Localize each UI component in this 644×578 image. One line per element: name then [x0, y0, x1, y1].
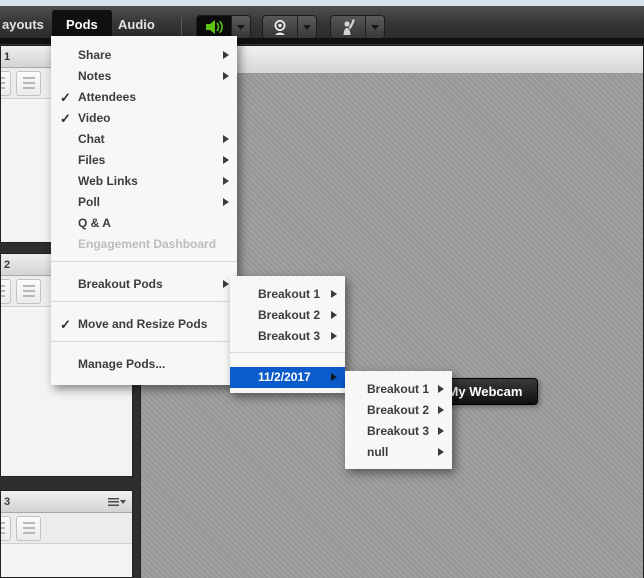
menu-item-qa[interactable]: Q & A: [51, 213, 237, 234]
submenu-arrow-icon: [438, 385, 444, 393]
check-icon: ✓: [60, 111, 71, 126]
raise-hand-dropdown-button[interactable]: [365, 16, 384, 38]
speaker-icon: [204, 19, 224, 35]
submenu-item-breakout-2[interactable]: Breakout 2: [345, 400, 452, 421]
caret-down-icon: [303, 24, 311, 30]
menu-item-move-resize-pods[interactable]: ✓ Move and Resize Pods: [51, 314, 237, 335]
menu-spacer: [230, 353, 345, 367]
menu-item-web-links[interactable]: Web Links: [51, 171, 237, 192]
submenu-arrow-icon: [438, 448, 444, 456]
list-icon: [22, 285, 35, 297]
check-icon: ✓: [60, 317, 71, 332]
menu-item-chat[interactable]: Chat: [51, 129, 237, 150]
raise-hand-icon: [339, 18, 357, 36]
menu-item-poll[interactable]: Poll: [51, 192, 237, 213]
menu-item-share[interactable]: Share: [51, 45, 237, 66]
list-icon: [22, 77, 35, 89]
webcam-dropdown-button[interactable]: [297, 16, 316, 38]
menu-separator: [51, 341, 237, 342]
check-icon: ✓: [60, 90, 71, 105]
submenu-arrow-icon: [331, 332, 337, 340]
submenu-item-date-highlighted[interactable]: 11/2/2017: [230, 367, 345, 388]
webcam-button-group: [262, 15, 317, 39]
submenu-item-breakout-1[interactable]: Breakout 1: [345, 379, 452, 400]
caret-down-icon: [237, 24, 245, 30]
menu-item-video[interactable]: ✓ Video: [51, 108, 237, 129]
submenu-item-breakout-1[interactable]: Breakout 1: [230, 284, 345, 305]
speaker-button[interactable]: [197, 16, 231, 38]
breakout-pods-submenu: Breakout 1 Breakout 2 Breakout 3 11/2/20…: [230, 276, 345, 393]
menu-item-engagement-dashboard: Engagement Dashboard: [78, 237, 217, 251]
list-icon: [1, 522, 5, 534]
submenu-arrow-icon: [223, 177, 229, 185]
pod-2-title: 2: [4, 259, 11, 271]
menu-item-breakout-pods[interactable]: Breakout Pods: [51, 274, 237, 295]
menu-separator: [51, 261, 237, 262]
pod-menu-icon[interactable]: [108, 497, 126, 507]
pod-toolbar-button[interactable]: [16, 515, 41, 541]
webcam-button[interactable]: [263, 16, 297, 38]
submenu-arrow-icon: [438, 427, 444, 435]
pod-toolbar-button[interactable]: [1, 70, 11, 96]
pods-menu: Share Notes ✓ Attendees ✓ Video Chat Fil…: [51, 36, 237, 385]
submenu-item-breakout-3[interactable]: Breakout 3: [230, 326, 345, 347]
speaker-dropdown-button[interactable]: [231, 16, 250, 38]
menu-bar: ayouts Pods Audio: [0, 6, 644, 42]
submenu-item-breakout-2[interactable]: Breakout 2: [230, 305, 345, 326]
side-pod-3: 3: [0, 490, 133, 578]
list-icon: [1, 285, 5, 297]
submenu-arrow-icon: [223, 280, 229, 288]
webcam-icon: [271, 19, 289, 36]
submenu-arrow-icon: [223, 156, 229, 164]
list-icon: [1, 77, 5, 89]
submenu-arrow-icon: [223, 135, 229, 143]
list-icon: [22, 522, 35, 534]
submenu-item-breakout-3[interactable]: Breakout 3: [345, 421, 452, 442]
raise-hand-button-group: [330, 15, 385, 39]
submenu-arrow-icon: [331, 290, 337, 298]
pod-3-title: 3: [4, 496, 11, 508]
menu-separator: [51, 301, 237, 302]
pod-3-content: [1, 544, 132, 577]
pod-toolbar-button[interactable]: [1, 515, 11, 541]
menu-audio[interactable]: Audio: [118, 14, 155, 36]
pod-3-toolbar: [1, 513, 132, 544]
date-submenu: Breakout 1 Breakout 2 Breakout 3 null: [345, 371, 452, 469]
menu-item-attendees[interactable]: ✓ Attendees: [51, 87, 237, 108]
menu-item-manage-pods[interactable]: Manage Pods...: [51, 354, 237, 375]
submenu-arrow-icon: [223, 72, 229, 80]
adobe-connect-window: ayouts Pods Audio 1 2 3 My Webcam Share …: [0, 0, 644, 578]
menu-item-files[interactable]: Files: [51, 150, 237, 171]
menu-layouts[interactable]: ayouts: [2, 14, 44, 36]
pod-toolbar-button[interactable]: [16, 70, 41, 96]
submenu-arrow-icon: [331, 373, 337, 381]
toolbar-divider: [181, 17, 182, 35]
raise-hand-button[interactable]: [331, 16, 365, 38]
pod-1-title: 1: [4, 51, 11, 63]
submenu-arrow-icon: [223, 51, 229, 59]
pod-3-header[interactable]: 3: [1, 491, 132, 513]
menu-item-notes[interactable]: Notes: [51, 66, 237, 87]
submenu-arrow-icon: [438, 406, 444, 414]
caret-down-icon: [371, 24, 379, 30]
submenu-arrow-icon: [331, 311, 337, 319]
pod-toolbar-button[interactable]: [16, 278, 41, 304]
pod-toolbar-button[interactable]: [1, 278, 11, 304]
submenu-arrow-icon: [223, 198, 229, 206]
submenu-item-null[interactable]: null: [345, 442, 452, 463]
